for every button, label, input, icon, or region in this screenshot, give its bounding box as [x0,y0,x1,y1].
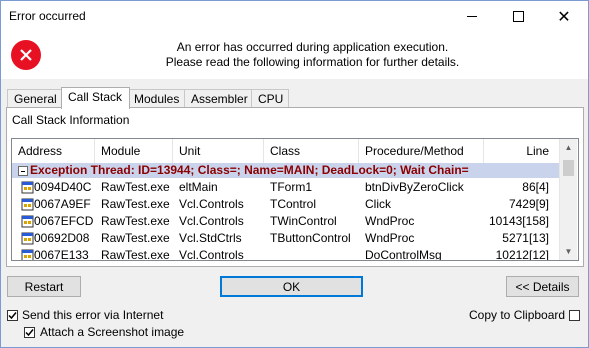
cell-address: 00692D08 [34,231,90,245]
ok-button[interactable]: OK [220,276,363,297]
cell-method: WndProc [365,214,415,228]
restart-button[interactable]: Restart [7,276,81,297]
collapse-icon[interactable] [18,166,28,176]
stack-frame-icon [21,215,34,228]
column-header-class[interactable]: Class [264,139,359,163]
error-message-line1: An error has occurred during application… [176,40,449,54]
send-internet-label[interactable]: Send this error via Internet [22,308,163,322]
scroll-thumb[interactable] [563,160,574,176]
table-row[interactable]: 0067A9EF RawTest.exe Vcl.Controls TContr… [12,196,559,213]
tab-cpu[interactable]: CPU [251,89,289,108]
minimize-icon [467,16,477,17]
window-title: Error occurred [9,9,86,23]
title-bar: Error occurred ✕ [1,1,588,32]
tab-modules[interactable]: Modules [127,89,186,108]
cell-line: 10212[12] [495,248,549,261]
cell-module: RawTest.exe [101,248,170,261]
cell-line: 86[4] [522,180,549,194]
send-internet-checkbox[interactable] [7,310,18,321]
close-icon: ✕ [557,8,571,26]
column-header-unit[interactable]: Unit [173,139,264,163]
cell-unit: Vcl.Controls [179,197,244,211]
cell-module: RawTest.exe [101,197,170,211]
scroll-down-icon[interactable]: ▼ [560,243,577,260]
minimize-button[interactable] [449,1,495,32]
table-row[interactable]: 0094D40C RawTest.exe eltMain TForm1 btnD… [12,179,559,196]
call-stack-grid[interactable]: Address Module Unit Class Procedure/Meth… [11,138,579,261]
error-dialog: Error occurred ✕ An error has occurred d… [0,0,589,348]
table-row[interactable]: 0067EFCD RawTest.exe Vcl.Controls TWinCo… [12,213,559,230]
cell-unit: Vcl.Controls [179,214,244,228]
cell-line: 7429[9] [508,197,549,211]
copy-clipboard-checkbox[interactable] [569,310,580,321]
attach-screenshot-label[interactable]: Attach a Screenshot image [40,325,184,339]
stack-frame-icon [21,249,34,260]
exception-thread-row[interactable]: Exception Thread: ID=13944; Class=; Name… [12,163,559,178]
stack-frame-icon [21,181,34,194]
cell-method: btnDivByZeroClick [365,180,464,194]
cell-address: 0094D40C [34,180,92,194]
cell-class: TControl [270,197,317,211]
column-header-module[interactable]: Module [95,139,173,163]
cell-module: RawTest.exe [101,231,170,245]
tab-assembler[interactable]: Assembler [184,89,253,108]
column-header-procedure[interactable]: Procedure/Method [359,139,484,163]
vertical-scrollbar[interactable]: ▲ ▼ [559,139,577,260]
cell-class: TWinControl [270,214,337,228]
copy-clipboard-label[interactable]: Copy to Clipboard [469,308,565,322]
details-button[interactable]: << Details [506,276,579,297]
stack-frame-icon [21,198,34,211]
cell-module: RawTest.exe [101,214,170,228]
checkmark-icon [25,329,34,337]
cell-unit: Vcl.Controls [179,248,244,261]
checkmark-icon [8,312,17,320]
cell-method: DoControlMsg [365,248,442,261]
table-row[interactable]: 00692D08 RawTest.exe Vcl.StdCtrls TButto… [12,230,559,247]
stack-frame-icon [21,232,34,245]
close-button[interactable]: ✕ [541,1,587,32]
panel-title: Call Stack Information [12,113,130,127]
maximize-icon [512,11,524,22]
scroll-up-icon[interactable]: ▲ [560,139,577,156]
cell-address: 0067EFCD [34,214,94,228]
cell-address: 0067A9EF [34,197,91,211]
cell-method: Click [365,197,391,211]
cell-unit: Vcl.StdCtrls [179,231,242,245]
cell-class: TForm1 [270,180,312,194]
grid-header: Address Module Unit Class Procedure/Meth… [12,139,559,164]
call-stack-panel: Call Stack Information Address Module Un… [6,107,584,267]
tab-call-stack[interactable]: Call Stack [61,87,130,109]
cell-module: RawTest.exe [101,180,170,194]
error-message-line2: Please read the following information fo… [165,55,460,69]
tab-general[interactable]: General [7,89,63,108]
attach-screenshot-checkbox[interactable] [24,327,35,338]
table-row[interactable]: 0067E133 RawTest.exe Vcl.Controls DoCont… [12,247,559,261]
cell-unit: eltMain [179,180,218,194]
cell-address: 0067E133 [34,248,89,261]
cell-class: TButtonControl [270,231,351,245]
cell-method: WndProc [365,231,415,245]
cell-line: 10143[158] [488,214,549,228]
column-header-address[interactable]: Address [12,139,95,163]
maximize-button[interactable] [495,1,541,32]
column-header-line[interactable]: Line [484,139,559,163]
cell-line: 5271[13] [502,231,549,245]
thread-row-label: Exception Thread: ID=13944; Class=; Name… [30,163,469,177]
